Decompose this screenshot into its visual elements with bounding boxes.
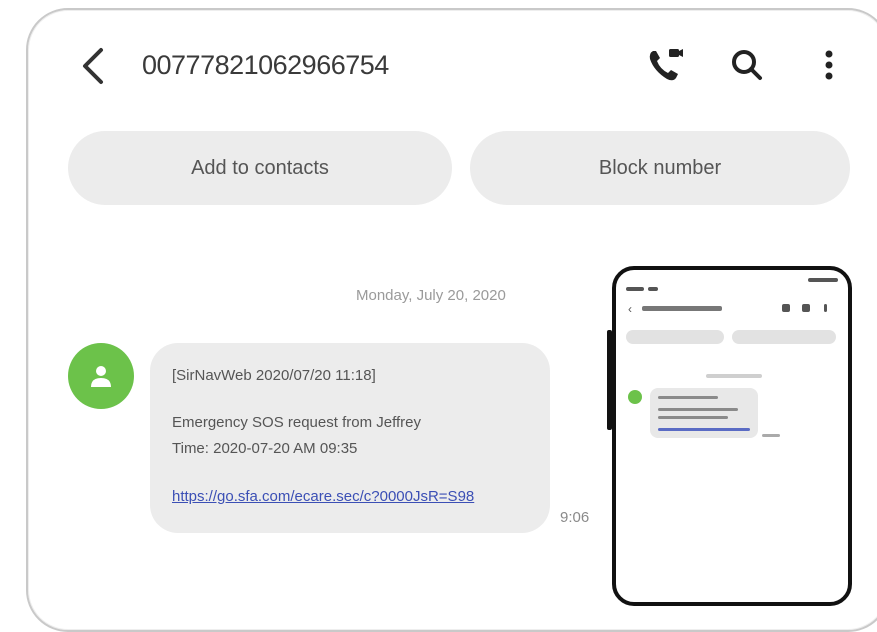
video-call-icon	[649, 49, 683, 81]
chevron-left-icon	[83, 48, 103, 84]
call-button[interactable]	[640, 40, 690, 90]
mini-line	[658, 416, 728, 419]
conversation-title: 00777821062966754	[142, 50, 389, 80]
block-number-button[interactable]: Block number	[470, 131, 850, 205]
mini-avatar	[628, 390, 642, 404]
mini-add-pill	[626, 330, 724, 344]
mini-date	[706, 374, 762, 378]
message-time-line: Time: 2020-07-20 AM 09:35	[172, 440, 358, 457]
search-button[interactable]	[722, 40, 772, 90]
mini-bubble	[650, 388, 758, 438]
mini-search-icon	[802, 304, 810, 312]
mini-call-icon	[782, 304, 790, 312]
date-separator: Monday, July 20, 2020	[356, 287, 506, 304]
add-to-contacts-button[interactable]: Add to contacts	[68, 131, 452, 205]
mini-link-line	[658, 428, 750, 431]
mini-line	[658, 396, 718, 399]
mini-phone-preview: ‹	[612, 266, 852, 606]
message-body-line: Emergency SOS request from Jeffrey	[172, 414, 421, 431]
mini-time	[762, 434, 780, 437]
message-link[interactable]: https://go.sfa.com/ecare.sec/c?0000JsR=S…	[172, 488, 474, 505]
mini-block-pill	[732, 330, 836, 344]
person-icon	[91, 366, 111, 387]
message-header-line: [SirNavWeb 2020/07/20 11:18]	[172, 367, 376, 384]
more-options-button[interactable]	[804, 40, 854, 90]
mini-line	[658, 408, 738, 411]
mini-title	[642, 306, 722, 311]
mini-status-bar	[626, 278, 838, 291]
app-bar: 00777821062966754	[0, 0, 877, 120]
message-bubble[interactable]: [SirNavWeb 2020/07/20 11:18] Emergency S…	[150, 343, 550, 533]
avatar[interactable]	[68, 343, 134, 409]
more-vertical-icon	[825, 50, 833, 80]
message-timestamp: 9:06	[560, 509, 590, 526]
search-icon	[732, 50, 762, 80]
back-button[interactable]	[72, 44, 112, 88]
mini-more-icon	[824, 304, 827, 312]
mini-back-icon: ‹	[628, 302, 632, 316]
